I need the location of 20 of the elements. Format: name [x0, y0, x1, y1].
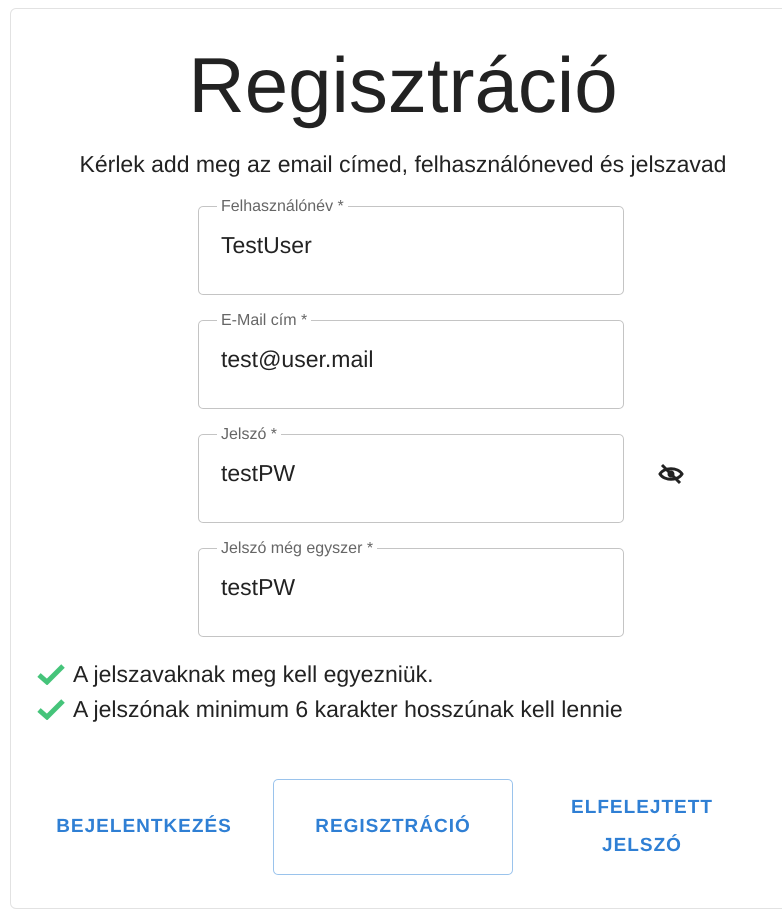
- input-field[interactable]: testPW: [221, 558, 601, 601]
- text-button[interactable]: BEJELENTKEZÉS: [49, 808, 239, 846]
- page-title: Regisztráció: [188, 40, 618, 131]
- eye-slash-icon[interactable]: [658, 463, 684, 486]
- input-field[interactable]: TestUser: [221, 216, 601, 259]
- text-field[interactable]: E-Mail cím * test@user.mail: [198, 312, 624, 409]
- field-label: E-Mail cím *: [220, 312, 308, 330]
- field-label: Felhasználónév *: [220, 198, 345, 216]
- input-field[interactable]: testPW: [221, 444, 601, 487]
- text-field[interactable]: Jelszó még egyszer * testPW: [198, 540, 624, 637]
- text-field[interactable]: Jelszó * testPW: [198, 426, 624, 523]
- field-label: Jelszó még egyszer *: [220, 540, 374, 558]
- validation-text: A jelszónak minimum 6 karakter hosszúnak kell lennie: [73, 696, 623, 723]
- instruction-text: Kérlek add meg az email címed, felhasználóneved és jelszavad: [80, 150, 726, 178]
- register-button[interactable]: REGISZTRÁCIÓ: [273, 778, 513, 875]
- input-field[interactable]: test@user.mail: [221, 330, 601, 373]
- field-label: Jelszó *: [220, 426, 278, 444]
- validation-text: A jelszavaknak meg kell egyezniük.: [73, 660, 434, 688]
- text-field[interactable]: Felhasználónév * TestUser: [198, 198, 624, 295]
- text-button[interactable]: ELFELEJTETT JELSZÓ: [547, 788, 737, 865]
